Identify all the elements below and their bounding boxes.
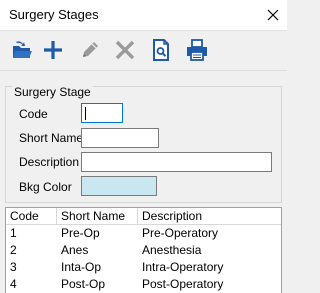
cell-code: 4 xyxy=(10,277,17,291)
cell-code: 1 xyxy=(10,226,17,240)
cell-description: Post-Operatory xyxy=(142,277,224,291)
column-header-description[interactable]: Description xyxy=(138,208,281,225)
cell-description: Anesthesia xyxy=(142,243,202,257)
bkg-color-label: Bkg Color xyxy=(19,180,72,194)
column-header-code[interactable]: Code xyxy=(6,208,57,225)
print-button[interactable] xyxy=(181,34,213,66)
close-button[interactable] xyxy=(262,4,284,26)
stages-table[interactable]: Code Short Name Description 1 Pre-Op Pre… xyxy=(5,207,282,293)
cell-short-name: Pre-Op xyxy=(61,226,100,240)
table-row[interactable]: 4 Post-Op Post-Operatory xyxy=(6,276,281,293)
x-icon xyxy=(115,40,135,60)
table-row[interactable]: 1 Pre-Op Pre-Operatory xyxy=(6,225,281,242)
cell-code: 2 xyxy=(10,243,17,257)
delete-button[interactable] xyxy=(109,34,141,66)
bkg-color-picker[interactable] xyxy=(81,176,157,196)
table-row[interactable]: 2 Anes Anesthesia xyxy=(6,242,281,259)
short-name-label: Short Name xyxy=(19,131,84,145)
cell-description: Intra-Operatory xyxy=(142,260,224,274)
description-field[interactable] xyxy=(81,152,272,172)
close-icon xyxy=(267,9,279,21)
edit-button[interactable] xyxy=(74,34,106,66)
table-header: Code Short Name Description xyxy=(6,208,281,225)
group-title: Surgery Stage xyxy=(12,85,93,99)
printer-icon xyxy=(187,39,207,61)
cell-short-name: Inta-Op xyxy=(61,260,102,274)
table-row[interactable]: 3 Inta-Op Intra-Operatory xyxy=(6,259,281,276)
page-search-icon xyxy=(153,39,169,61)
code-label: Code xyxy=(19,107,48,121)
divider xyxy=(0,30,287,31)
cell-short-name: Post-Op xyxy=(61,277,106,291)
cell-description: Pre-Operatory xyxy=(142,226,219,240)
window-title: Surgery Stages xyxy=(9,7,99,22)
cell-code: 3 xyxy=(10,260,17,274)
column-header-short-name[interactable]: Short Name xyxy=(57,208,138,225)
cell-short-name: Anes xyxy=(61,243,89,257)
open-folder-icon xyxy=(13,41,32,58)
short-name-field[interactable] xyxy=(81,128,159,148)
description-label: Description xyxy=(19,155,80,169)
open-button[interactable] xyxy=(6,34,38,66)
pencil-icon xyxy=(83,42,98,57)
plus-icon xyxy=(44,41,62,59)
toolbar-divider xyxy=(0,70,287,71)
code-field[interactable] xyxy=(81,103,123,123)
add-button[interactable] xyxy=(37,34,69,66)
text-caret xyxy=(85,107,86,120)
title-bar: Surgery Stages xyxy=(0,0,287,30)
preview-button[interactable] xyxy=(145,34,177,66)
